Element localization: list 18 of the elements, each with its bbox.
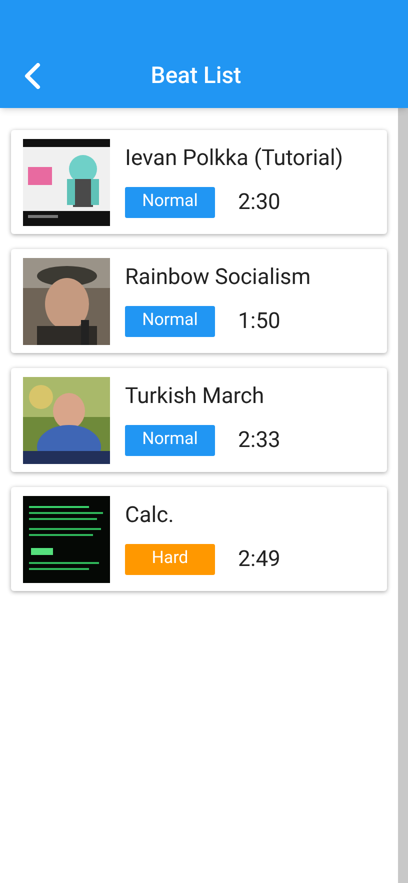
song-card[interactable]: Rainbow Socialism Normal 1:50	[11, 249, 387, 353]
song-title: Rainbow Socialism	[125, 264, 311, 290]
song-title: Turkish March	[125, 384, 266, 410]
song-card[interactable]: Ievan Polkka (Tutorial) Normal 2:30	[11, 130, 387, 234]
song-card[interactable]: Calc. Hard 2:49	[11, 487, 387, 591]
song-title: Calc.	[125, 502, 175, 528]
duration: 1:50	[238, 308, 280, 336]
song-card[interactable]: Turkish March Normal 2:33	[11, 368, 387, 472]
difficulty-badge: Normal	[125, 424, 215, 456]
song-title: Ievan Polkka (Tutorial)	[125, 146, 344, 172]
duration: 2:49	[238, 546, 280, 574]
back-icon	[23, 63, 41, 89]
difficulty-badge: Hard	[125, 544, 215, 574]
difficulty-badge: Normal	[125, 186, 215, 218]
difficulty-badge: Normal	[125, 306, 215, 336]
screen-title: Beat List	[150, 61, 242, 91]
duration: 2:33	[238, 426, 280, 454]
duration: 2:30	[238, 188, 280, 216]
